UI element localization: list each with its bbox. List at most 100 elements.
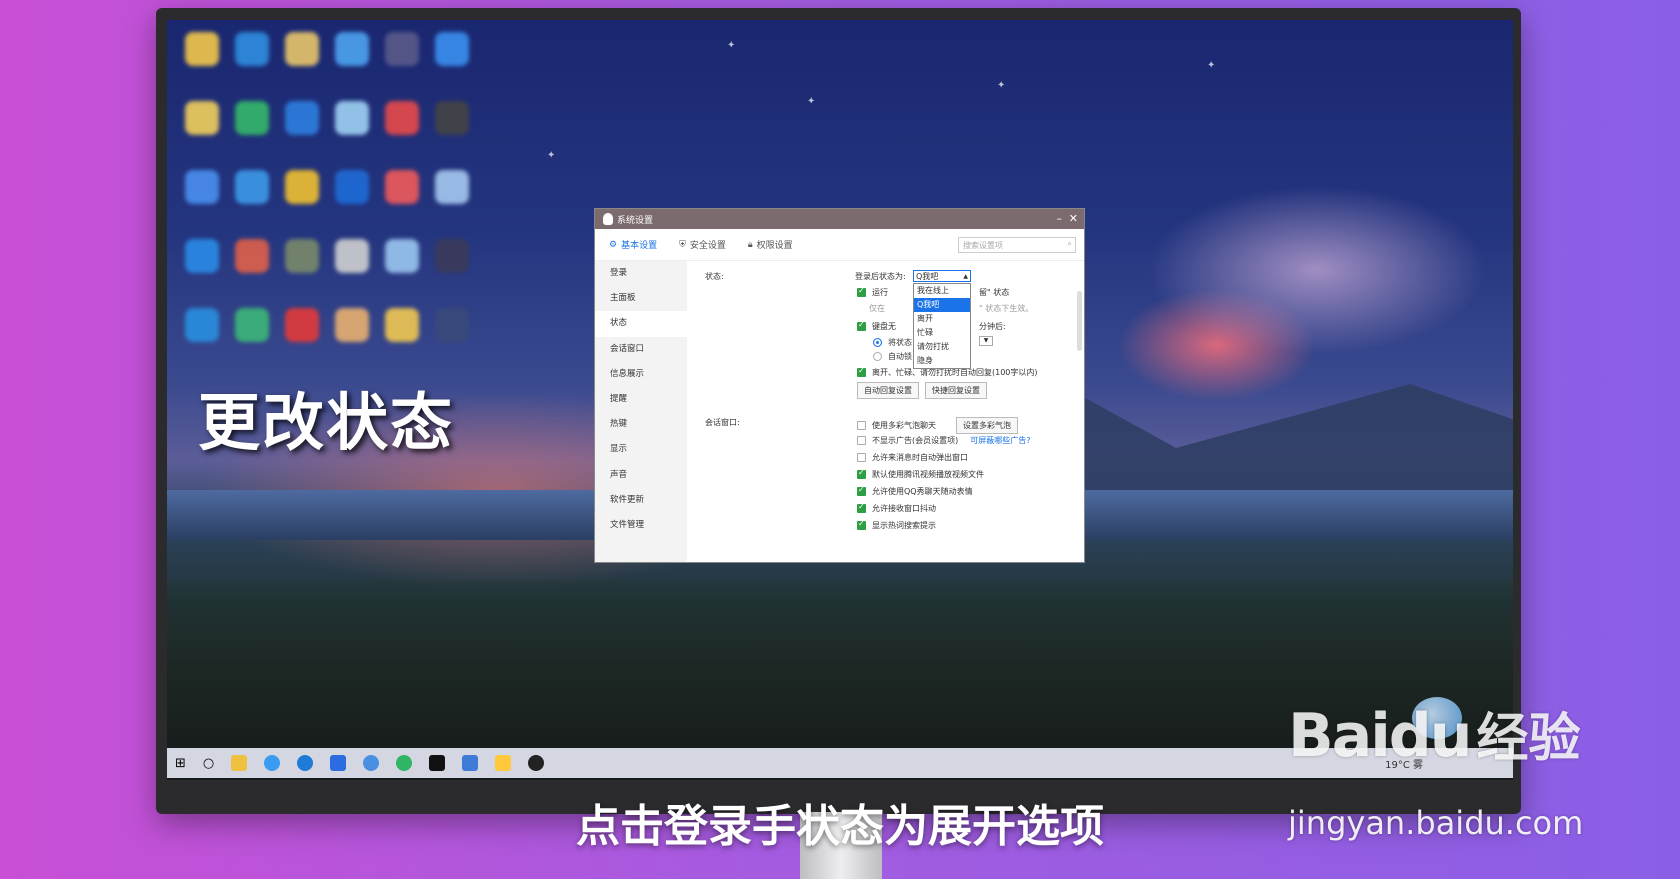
login-status-dropdown[interactable]: Q我吧 ▲ (913, 270, 971, 282)
run-option-text: 运行 (872, 288, 888, 297)
app-icon[interactable] (285, 170, 319, 204)
sidebar-item-reminder[interactable]: 提醒 (595, 387, 687, 412)
tab-basic-settings[interactable]: ⚙ 基本设置 (609, 238, 657, 252)
search-icon[interactable]: ⌕ (1068, 239, 1072, 249)
folder-icon[interactable] (285, 32, 319, 66)
app-icon[interactable] (235, 308, 269, 342)
sidebar-item-info-display[interactable]: 信息展示 (595, 362, 687, 387)
radio-set-status[interactable]: 将状态 (873, 337, 912, 348)
sidebar-item-main-panel[interactable]: 主面板 (595, 286, 687, 311)
app-icon[interactable] (285, 239, 319, 273)
app-icon[interactable] (435, 101, 469, 135)
search-input[interactable]: 搜索设置项 ⌕ (958, 237, 1076, 253)
sidebar-item-display[interactable]: 显示 (595, 437, 687, 462)
app-icon[interactable] (435, 170, 469, 204)
app-icon[interactable] (462, 755, 479, 771)
app-icon[interactable] (185, 239, 219, 273)
edge-icon[interactable] (235, 32, 269, 66)
radio-button[interactable] (873, 352, 882, 361)
player-icon[interactable] (495, 755, 512, 771)
keyboard-idle-text: 键盘无 (872, 322, 896, 331)
auto-reply-settings-button[interactable]: 自动回复设置 (857, 382, 919, 399)
app-icon[interactable] (335, 239, 369, 273)
sidebar-item-sound[interactable]: 声音 (595, 463, 687, 488)
chevron-up-icon: ▲ (963, 273, 968, 280)
sidebar-item-login[interactable]: 登录 (595, 261, 687, 286)
run-option-checkbox[interactable] (857, 286, 866, 297)
app-icon[interactable] (330, 755, 347, 771)
app-icon[interactable] (185, 308, 219, 342)
tab-security-settings[interactable]: ⛨ 安全设置 (679, 238, 726, 252)
settings-window: 系统设置 – ✕ ⚙ 基本设置 ⛨ 安全设置 🔒︎ 权限设置 搜索设置项 ⌕ 登… (594, 208, 1085, 563)
browser-icon[interactable] (264, 755, 281, 771)
app-icon[interactable] (385, 101, 419, 135)
folder-icon[interactable] (385, 308, 419, 342)
quick-reply-settings-button[interactable]: 快捷回复设置 (925, 382, 987, 399)
tab-label: 安全设置 (689, 241, 726, 251)
folder-icon[interactable] (185, 101, 219, 135)
file-explorer-icon[interactable] (231, 755, 248, 771)
sidebar-item-hotkeys[interactable]: 热键 (595, 412, 687, 437)
star-icon: ✦ (807, 96, 816, 107)
app-icon[interactable] (235, 170, 269, 204)
app-icon[interactable] (385, 170, 419, 204)
app-icon[interactable] (285, 101, 319, 135)
edge-icon[interactable] (297, 755, 314, 771)
app-icon[interactable] (235, 239, 269, 273)
app-icon[interactable] (335, 308, 369, 342)
qq-icon[interactable] (528, 755, 545, 771)
radio-button[interactable] (873, 338, 882, 347)
run-option-suffix: 留" 状态 (979, 288, 1010, 297)
sidebar-item-update[interactable]: 软件更新 (595, 488, 687, 513)
dropdown-option-away[interactable]: 离开 (914, 312, 970, 326)
option-checkbox[interactable] (857, 421, 866, 430)
chevron-down-icon[interactable]: ▼ (979, 336, 993, 346)
option-checkbox[interactable] (857, 519, 866, 530)
minimize-button[interactable]: – (1057, 212, 1063, 225)
wechat-icon[interactable] (235, 101, 269, 135)
app-icon[interactable] (385, 239, 419, 273)
colorful-bubble-button[interactable]: 设置多彩气泡 (956, 417, 1018, 434)
app-icon[interactable] (185, 170, 219, 204)
dropdown-option-dnd[interactable]: 请勿打扰 (914, 340, 970, 354)
watermark-logo: Baidu (1288, 701, 1472, 771)
scrollbar[interactable] (1077, 291, 1082, 351)
app-icon[interactable] (435, 32, 469, 66)
app-icon[interactable] (363, 755, 380, 771)
app-icon[interactable] (335, 170, 369, 204)
status-select-small[interactable]: ▼ (979, 336, 993, 346)
option-checkbox[interactable] (857, 485, 866, 496)
app-icon[interactable] (385, 32, 419, 66)
option-text: 不显示广告(会员设置项) (872, 436, 959, 445)
search-circle-icon[interactable]: ○ (203, 756, 214, 771)
dropdown-option-online[interactable]: 我在线上 (914, 284, 970, 298)
option-checkbox[interactable] (857, 436, 866, 445)
sidebar-item-file-management[interactable]: 文件管理 (595, 513, 687, 538)
app-icon[interactable] (335, 32, 369, 66)
close-button[interactable]: ✕ (1069, 212, 1078, 225)
app-icon[interactable] (435, 308, 469, 342)
dropdown-option-q-me[interactable]: Q我吧 (914, 298, 970, 312)
folder-icon[interactable] (185, 32, 219, 66)
dropdown-option-invisible[interactable]: 隐身 (914, 354, 970, 368)
auto-reply-checkbox[interactable] (857, 366, 866, 377)
tab-permission-settings[interactable]: 🔒︎ 权限设置 (748, 238, 793, 252)
star-icon: ✦ (997, 80, 1006, 91)
app-icon[interactable] (285, 308, 319, 342)
tiktok-icon[interactable] (429, 755, 446, 771)
sidebar-item-status[interactable]: 状态 (595, 311, 687, 337)
dropdown-option-busy[interactable]: 忙碌 (914, 326, 970, 340)
app-icon[interactable] (435, 239, 469, 273)
option-checkbox[interactable] (857, 502, 866, 513)
wechat-icon[interactable] (396, 755, 413, 771)
sidebar-item-chat-window[interactable]: 会话窗口 (595, 337, 687, 362)
ads-link[interactable]: 可屏蔽哪些广告? (970, 435, 1030, 446)
option-text: 使用多彩气泡聊天 (872, 421, 936, 430)
app-icon[interactable] (335, 101, 369, 135)
radio-auto-lock[interactable]: 自动锁 (873, 351, 912, 362)
windows-start-icon[interactable]: ⊞ (175, 756, 186, 771)
option-checkbox[interactable] (857, 468, 866, 479)
keyboard-idle-checkbox[interactable] (857, 320, 866, 331)
dropdown-value: Q我吧 (916, 272, 939, 281)
option-checkbox[interactable] (857, 453, 866, 462)
